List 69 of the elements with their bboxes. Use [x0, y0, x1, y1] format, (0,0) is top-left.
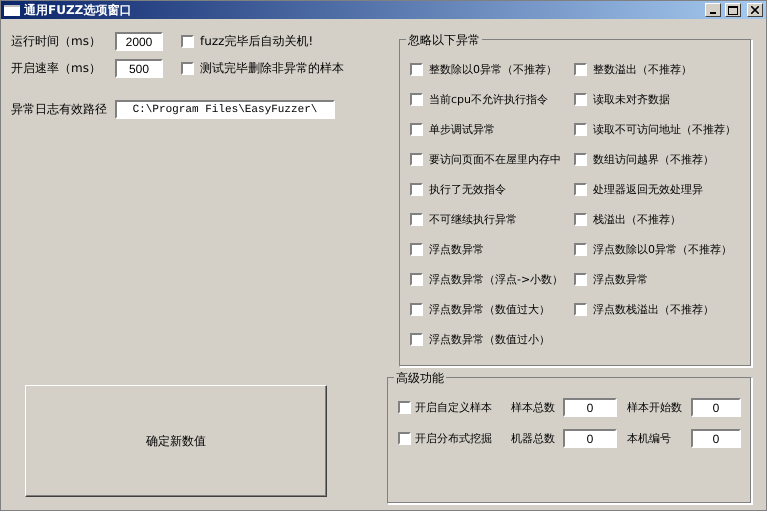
maximize-button[interactable]: [725, 3, 741, 17]
checkbox-label: 数组访问越界（不推荐）: [593, 152, 714, 166]
checkbox-label: 读取不可访问地址（不推荐）: [593, 122, 736, 136]
checkbox[interactable]: [398, 432, 411, 445]
checkbox-label: 执行了无效指令: [429, 182, 506, 196]
checkbox-label: 浮点数栈溢出（不推荐）: [593, 302, 714, 316]
checkbox-label: 整数除以0异常（不推荐）: [429, 62, 557, 76]
input-field[interactable]: 0: [691, 398, 741, 417]
checkbox[interactable]: [410, 62, 423, 76]
close-icon: [751, 6, 759, 14]
checkbox[interactable]: [410, 212, 423, 226]
checkbox-label: 单步调试异常: [429, 122, 495, 136]
window-icon: [4, 4, 20, 16]
input-field[interactable]: 0: [563, 429, 617, 448]
checkbox-label: 浮点数异常: [429, 242, 484, 256]
checkbox-label: fuzz完毕后自动关机!: [200, 33, 314, 50]
setting-label: 开启速率（ms）: [11, 60, 102, 77]
checkbox[interactable]: [574, 182, 587, 196]
group-title: 忽略以下异常: [406, 32, 482, 49]
checkbox[interactable]: [410, 92, 423, 106]
window-title: 通用FUZZ选项窗口: [24, 2, 132, 18]
checkbox-label: 要访问页面不在屋里内存中: [429, 152, 561, 166]
checkbox-label: 开启分布式挖掘: [415, 431, 493, 446]
checkbox-label: 浮点数异常（数值过大）: [429, 302, 550, 316]
checkbox[interactable]: [574, 122, 587, 136]
checkbox-label: 当前cpu不允许执行指令: [429, 92, 548, 106]
checkbox-label: 浮点数异常（数值过小）: [429, 332, 550, 346]
checkbox[interactable]: [410, 182, 423, 196]
checkbox[interactable]: [181, 62, 194, 75]
checkbox[interactable]: [574, 62, 587, 76]
checkbox-label: 浮点数除以0异常（不推荐）: [593, 242, 732, 256]
checkbox[interactable]: [410, 302, 423, 316]
input-field[interactable]: 2000: [115, 32, 163, 51]
checkbox[interactable]: [574, 272, 587, 286]
checkbox[interactable]: [410, 272, 423, 286]
setting-label: 异常日志有效路径: [11, 101, 108, 118]
checkbox-label: 处理器返回无效处理异: [593, 182, 703, 196]
checkbox-label: 整数溢出（不推荐）: [593, 62, 692, 76]
checkbox-label: 浮点数异常: [593, 272, 648, 286]
checkbox[interactable]: [410, 332, 423, 346]
minimize-button[interactable]: [705, 3, 721, 17]
checkbox-label: 开启自定义样本: [415, 400, 493, 415]
maximize-icon: [728, 6, 738, 14]
checkbox[interactable]: [398, 401, 411, 414]
checkbox-label: 不可继续执行异常: [429, 212, 517, 226]
checkbox[interactable]: [410, 242, 423, 256]
checkbox-label: 栈溢出（不推荐）: [593, 212, 681, 226]
input-field[interactable]: 0: [563, 398, 617, 417]
input-field[interactable]: 0: [691, 429, 741, 448]
checkbox[interactable]: [574, 242, 587, 256]
close-button[interactable]: [747, 3, 763, 17]
checkbox[interactable]: [574, 92, 587, 106]
path-field[interactable]: C:\Program Files\EasyFuzzer\: [115, 100, 335, 119]
checkbox-label: 读取未对齐数据: [593, 92, 670, 106]
confirm-button[interactable]: 确定新数值: [25, 385, 327, 497]
checkbox[interactable]: [574, 152, 587, 166]
input-field[interactable]: 500: [115, 59, 163, 78]
checkbox-label: 测试完毕删除非异常的样本: [200, 60, 344, 77]
checkbox[interactable]: [574, 212, 587, 226]
checkbox-label: 浮点数异常（浮点->小数）: [429, 272, 564, 286]
checkbox[interactable]: [181, 35, 194, 48]
setting-label: 运行时间（ms）: [11, 33, 102, 50]
field-label: 本机编号: [627, 431, 672, 446]
checkbox[interactable]: [410, 152, 423, 166]
checkbox[interactable]: [574, 302, 587, 316]
field-label: 机器总数: [511, 431, 556, 446]
checkbox[interactable]: [410, 122, 423, 136]
field-label: 样本总数: [511, 400, 556, 415]
field-label: 样本开始数: [627, 400, 683, 415]
